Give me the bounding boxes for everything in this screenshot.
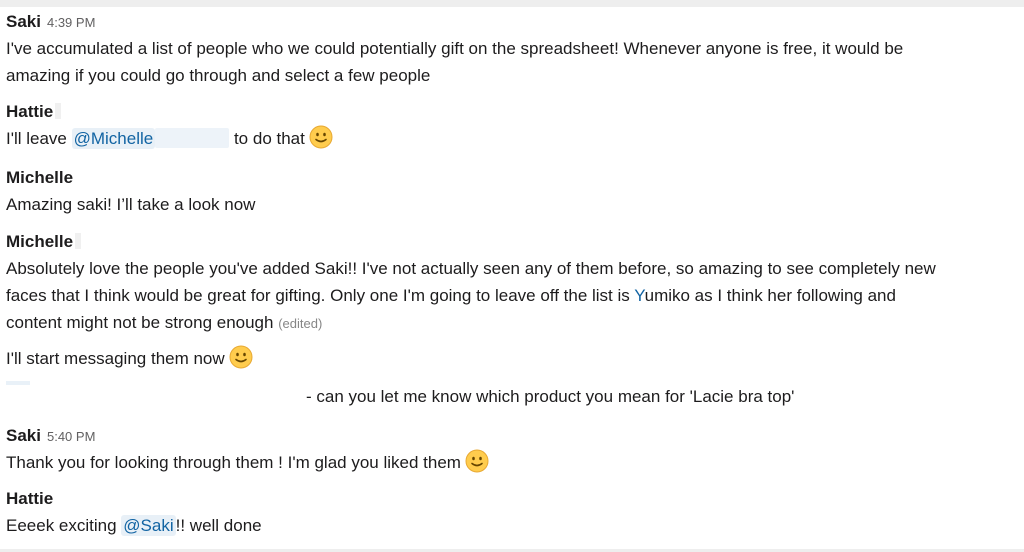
author-name[interactable]: Michelle [6, 232, 73, 251]
message-text-segment: !! well done [175, 516, 262, 535]
message-text-segment: Thank you for looking through them ! I'm… [6, 453, 461, 472]
mention-michelle[interactable]: @Michelle [71, 128, 156, 149]
message-header: Michelle [6, 229, 1016, 255]
redacted-surname [55, 103, 62, 119]
timestamp[interactable]: 5:40 PM [47, 429, 95, 444]
author-name[interactable]: Saki [6, 426, 41, 445]
message-text-segment: to do that [229, 129, 305, 148]
message-line: content might not be strong enough (edit… [6, 309, 1016, 337]
message-header: Hattie [6, 486, 1016, 512]
slightly-smiling-face-icon[interactable] [309, 125, 333, 149]
redacted-mention [6, 381, 30, 385]
message-text-segment: Eeeek exciting [6, 516, 122, 535]
message-line: Absolutely love the people you've added … [6, 259, 936, 278]
message-hattie-1: Hattie I'll leave @Michelle to do that [6, 99, 1016, 152]
message-text-segment: umiko as I think her following and [644, 286, 896, 305]
mention-saki[interactable]: @Saki [121, 515, 176, 536]
message-header: Hattie [6, 99, 1016, 125]
top-divider [0, 0, 1024, 7]
redacted-mention [155, 128, 230, 148]
message-hattie-2: Hattie Eeeek exciting @Saki!! well done [6, 486, 1016, 539]
message-header: Saki 5:40 PM [6, 423, 1016, 449]
message-text: I'll leave @Michelle to do that [6, 125, 1016, 152]
author-name[interactable]: Michelle [6, 168, 73, 187]
author-name[interactable]: Saki [6, 12, 41, 31]
message-text-segment: I'll leave [6, 129, 72, 148]
message-header: Michelle [6, 165, 1016, 191]
message-text-segment: faces that I think would be great for gi… [6, 286, 635, 305]
message-text: Eeeek exciting @Saki!! well done [6, 512, 1016, 539]
message-line: faces that I think would be great for gi… [6, 282, 1016, 309]
message-michelle-1: Michelle Amazing saki! I’ll take a look … [6, 165, 1016, 218]
message-saki-1: Saki 4:39 PM I've accumulated a list of p… [6, 9, 1016, 89]
author-name[interactable]: Hattie [6, 489, 53, 508]
message-line: I'll start messaging them now [6, 345, 1016, 372]
author-name[interactable]: Hattie [6, 102, 53, 121]
slightly-smiling-face-icon[interactable] [465, 449, 489, 473]
message-michelle-2: Michelle Absolutely love the people you'… [6, 229, 1016, 372]
message-text: Thank you for looking through them ! I'm… [6, 449, 1016, 476]
message-text: I've accumulated a list of people who we… [6, 35, 1016, 89]
highlighted-letter: Y [634, 286, 645, 305]
message-line: I've accumulated a list of people who we… [6, 39, 904, 58]
message-text-segment: I'll start messaging them now [6, 349, 225, 368]
message-saki-2: Saki 5:40 PM Thank you for looking throug… [6, 423, 1016, 476]
message-text: Amazing saki! I’ll take a look now [6, 195, 256, 214]
timestamp[interactable]: 4:39 PM [47, 15, 95, 30]
message-text-segment: content might not be strong enough [6, 313, 274, 332]
message-line: amazing if you could go through and sele… [6, 66, 431, 85]
redacted-surname [75, 233, 82, 249]
message-text: Absolutely love the people you've added … [6, 255, 1016, 372]
message-header: Saki 4:39 PM [6, 9, 1016, 35]
edited-label: (edited) [278, 316, 323, 331]
message-text: - can you let me know which product you … [306, 387, 795, 406]
slightly-smiling-face-icon[interactable] [229, 345, 253, 369]
